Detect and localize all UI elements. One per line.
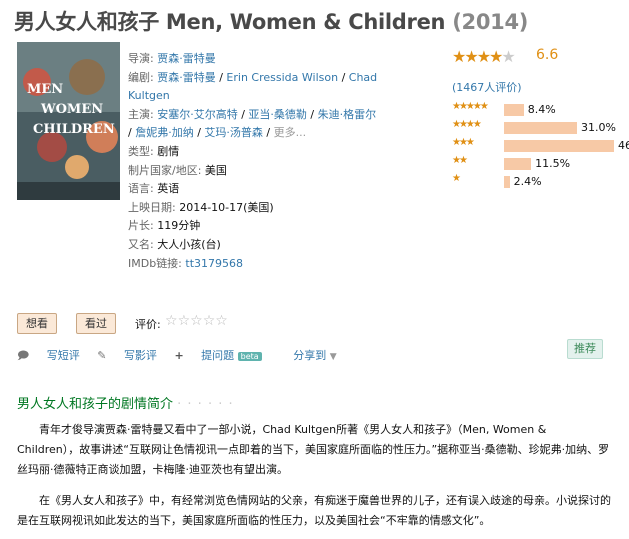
watched-button[interactable]: 看过 [76, 313, 116, 334]
synopsis-paragraph-1: 青年才俊导演贾森·雷特曼又看中了一部小说，Chad Kultgen所著《男人女人… [17, 423, 610, 476]
aka-value: 大人小孩(台) [157, 237, 221, 251]
director-row: 导演: 贾森·雷特曼 [128, 52, 216, 65]
poster-word-men: MEN [27, 82, 64, 97]
rating-score: 6.6 [536, 47, 559, 63]
imdb-row: IMDb链接: tt3179568 [128, 256, 244, 270]
cast-row: 主演: 安塞尔·艾尔高特 / 亚当·桑德勒 / 朱迪·格雷尔 / 詹妮弗·加纳 … [128, 107, 377, 140]
runtime-row: 片长: 119分钟 [128, 219, 201, 233]
star-icon: ★ [489, 47, 503, 66]
imdb-link[interactable]: tt3179568 [185, 257, 243, 270]
beta-badge: beta [237, 352, 262, 361]
rating-percent: 31.0% [581, 121, 616, 134]
rating-percent: 8.4% [527, 103, 556, 116]
star-icon[interactable]: ☆ [215, 313, 228, 329]
user-rating-stars[interactable]: ☆☆☆☆☆ [165, 313, 228, 329]
want-to-watch-button[interactable]: 想看 [17, 313, 57, 334]
title-cn: 男人女人和孩子 [14, 10, 159, 34]
rating-bar [504, 122, 578, 134]
aka-row: 又名: 大人小孩(台) [128, 237, 221, 251]
cast-link[interactable]: 艾玛·汤普森 [204, 126, 263, 139]
star-icon: ★ [501, 47, 515, 66]
synopsis-paragraph-2: 在《男人女人和孩子》中，有经常浏览色情网站的父亲，有痴迷于魔兽世界的儿子，还有误… [17, 494, 611, 527]
dropdown-icon: ▼ [329, 352, 337, 362]
star-icon: ★★★★★ [452, 101, 489, 112]
recommend-button[interactable]: 推荐 [567, 339, 603, 359]
writer-row: 编剧: 贾森·雷特曼 / Erin Cressida Wilson / Chad… [128, 70, 378, 103]
rating-bar [504, 104, 524, 116]
cast-link[interactable]: 安塞尔·艾尔高特 [157, 108, 238, 121]
language-row: 语言: 英语 [128, 182, 180, 196]
rating-percent: 46.7% [618, 139, 629, 152]
cast-link[interactable]: 亚当·桑德勒 [248, 108, 307, 121]
release-value: 2014-10-17(美国) [179, 200, 274, 214]
title-year: (2014) [452, 10, 529, 34]
rating-percent: 11.5% [535, 157, 571, 170]
genre-row: 类型: 剧情 [128, 144, 180, 158]
movie-info: 导演: 贾森·雷特曼 编剧: 贾森·雷特曼 / Erin Cressida Wi… [128, 50, 380, 273]
star-icon: ★ [452, 173, 461, 184]
cast-link[interactable]: 詹妮弗·加纳 [135, 126, 194, 139]
cast-more-link[interactable]: 更多... [274, 126, 307, 139]
comment-icon: 🗩 [17, 349, 30, 362]
star-icon: ★ [452, 47, 466, 66]
rating-bar [504, 140, 614, 152]
star-icon[interactable]: ☆ [203, 313, 216, 329]
rating-panel: ★★★★★ 6.6 (1467人评价) ★★★★★ 8.4% ★★★★ 31.0% ★★… [452, 47, 629, 188]
star-icon: ★★★★ [452, 119, 482, 130]
write-review[interactable]: ✎ 写影评 [97, 349, 157, 362]
star-icon[interactable]: ☆ [178, 313, 191, 329]
star-icon: ★★★ [452, 137, 475, 148]
star-icon[interactable]: ☆ [190, 313, 203, 329]
movie-poster[interactable]: MEN WOMEN CHILDREN [17, 42, 120, 200]
rating-bar [504, 158, 532, 170]
country-row: 制片国家/地区: 美国 [128, 163, 227, 177]
rate-label: 评价: [135, 318, 161, 331]
poster-word-children: CHILDREN [33, 122, 115, 137]
plus-icon: + [174, 349, 184, 362]
star-icon[interactable]: ☆ [165, 313, 178, 329]
page-title: 男人女人和孩子 Men, Women & Children (2014) [14, 6, 528, 36]
poster-word-women: WOMEN [41, 102, 104, 117]
runtime-value: 119分钟 [157, 219, 201, 233]
title-en: Men, Women & Children [165, 10, 446, 34]
rating-percent: 2.4% [513, 175, 542, 188]
writer-link-2[interactable]: Erin Cressida Wilson [226, 71, 338, 84]
country-value: 美国 [204, 163, 227, 177]
director-link[interactable]: 贾森·雷特曼 [157, 52, 216, 65]
star-icon: ★ [464, 47, 478, 66]
genre-value: 剧情 [157, 144, 180, 158]
cast-link[interactable]: 朱迪·格雷尔 [318, 108, 377, 121]
vote-count-link[interactable]: (1467人评价) [452, 79, 522, 95]
synopsis-title: 男人女人和孩子的剧情简介 · · · · · · [17, 397, 234, 412]
pencil-icon: ✎ [97, 349, 107, 362]
action-links: 🗩 写短评 ✎ 写影评 + 提问题 beta 分享到 ▼ [17, 347, 365, 366]
share-menu[interactable]: 分享到 ▼ [293, 349, 350, 362]
writer-link-1[interactable]: 贾森·雷特曼 [157, 71, 216, 84]
ask-question[interactable]: + 提问题 beta [174, 349, 275, 362]
release-row: 上映日期: 2014-10-17(美国) [128, 200, 274, 214]
star-icon: ★ [476, 47, 491, 66]
language-value: 英语 [157, 182, 180, 196]
rating-bar [504, 176, 510, 188]
star-icon: ★★ [452, 155, 468, 166]
write-short-comment[interactable]: 🗩 写短评 [17, 349, 80, 362]
